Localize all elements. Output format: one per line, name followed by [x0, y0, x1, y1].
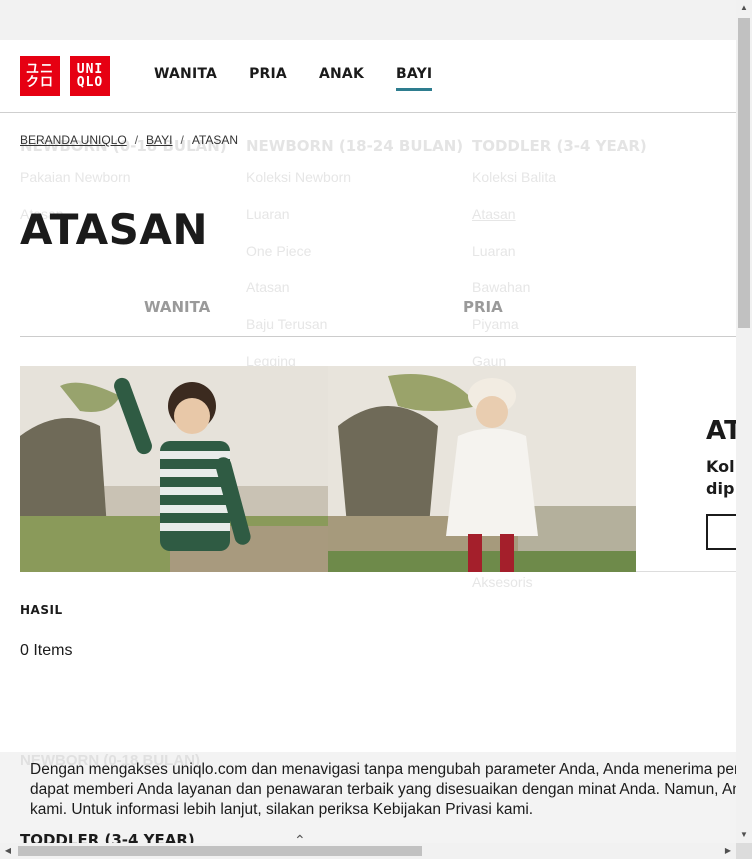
logo-line: QLO [76, 75, 104, 90]
uniqlo-logo[interactable]: UNI QLO [70, 56, 110, 96]
logo-line: クロ [25, 75, 54, 90]
results-count: 0 Items [20, 642, 73, 659]
uniqlo-logo-katakana[interactable]: ユニ クロ [20, 56, 60, 96]
page: NEWBORN (0-18 BULAN) Pakaian Newborn Ata… [0, 40, 736, 843]
site-header: ユニ クロ UNI QLO WANITA PRIA ANAK BAYI [0, 40, 736, 113]
breadcrumb-current: ATASAN [191, 133, 239, 147]
promo-subtitle: Kol dip [706, 456, 735, 500]
vertical-scrollbar[interactable]: ▲ ▼ [736, 0, 752, 843]
promo-panel: AT Kol dip [636, 366, 736, 572]
mega-menu-item[interactable]: One Piece [246, 243, 466, 280]
promo-subtitle-line: dip [706, 479, 735, 498]
nav-wanita[interactable]: WANITA [154, 66, 217, 91]
scroll-right-arrow-icon[interactable]: ▶ [720, 843, 736, 859]
gender-tabs: WANITA PRIA [20, 298, 736, 337]
mega-menu-item[interactable]: Koleksi Newborn [246, 169, 466, 206]
scroll-left-arrow-icon[interactable]: ◀ [0, 843, 16, 859]
promo-title: AT [706, 416, 736, 446]
mega-menu-item[interactable]: Atasan [472, 206, 692, 243]
mega-menu-item[interactable]: Koleksi Balita [472, 169, 692, 206]
mega-menu-item[interactable]: Luaran [246, 206, 466, 243]
breadcrumb-bayi[interactable]: BAYI [146, 133, 172, 147]
main-nav: WANITA PRIA ANAK BAYI [154, 66, 464, 91]
mega-menu-item[interactable]: Aksesoris [472, 574, 692, 611]
mega-menu-item[interactable]: Luaran [472, 243, 692, 280]
promo-subtitle-line: Kol [706, 457, 735, 476]
nav-pria[interactable]: PRIA [249, 66, 287, 91]
horizontal-scroll-thumb[interactable] [18, 846, 422, 856]
vertical-scroll-thumb[interactable] [738, 18, 750, 328]
breadcrumb-home[interactable]: BERANDA UNIQLO [20, 133, 127, 147]
cookie-text: Dengan mengakses uniqlo.com dan menaviga… [30, 760, 736, 820]
mega-menu-heading: NEWBORN (18-24 BULAN) [246, 137, 464, 155]
scroll-up-arrow-icon[interactable]: ▲ [736, 0, 752, 16]
banner-photo-girl [328, 366, 636, 572]
page-title: ATASAN [20, 205, 209, 254]
horizontal-scrollbar[interactable]: ◀ ▶ [0, 843, 736, 859]
nav-bayi[interactable]: BAYI [396, 66, 433, 91]
banner-photo-boy [20, 366, 328, 572]
mega-menu-heading: TODDLER (3-4 YEAR) [472, 137, 647, 155]
scrollbar-corner [736, 843, 752, 859]
tab-pria[interactable]: PRIA [463, 298, 503, 316]
browser-top-band [0, 0, 736, 40]
chevron-up-icon[interactable]: ⌃ [294, 832, 306, 843]
mega-menu-item[interactable]: Pakaian Newborn [20, 169, 240, 206]
promo-button[interactable] [706, 514, 736, 550]
nav-anak[interactable]: ANAK [319, 66, 364, 91]
tab-wanita[interactable]: WANITA [144, 298, 210, 316]
cookie-banner: NEWBORN (0-18 BULAN) Dengan mengakses un… [0, 752, 736, 843]
breadcrumb: BERANDA UNIQLO / BAYI / ATASAN [20, 133, 239, 147]
scroll-down-arrow-icon[interactable]: ▼ [736, 827, 752, 843]
results-label: HASIL [20, 603, 63, 617]
cookie-line: dapat memberi Anda layanan dan penawaran… [30, 781, 736, 798]
promo-banner[interactable]: AT Kol dip [20, 366, 736, 572]
cookie-line: kami. Untuk informasi lebih lanjut, sila… [30, 801, 534, 818]
footer-heading-toddler[interactable]: TODDLER (3-4 YEAR) [20, 831, 195, 843]
cookie-line: Dengan mengakses uniqlo.com dan menaviga… [30, 761, 736, 778]
